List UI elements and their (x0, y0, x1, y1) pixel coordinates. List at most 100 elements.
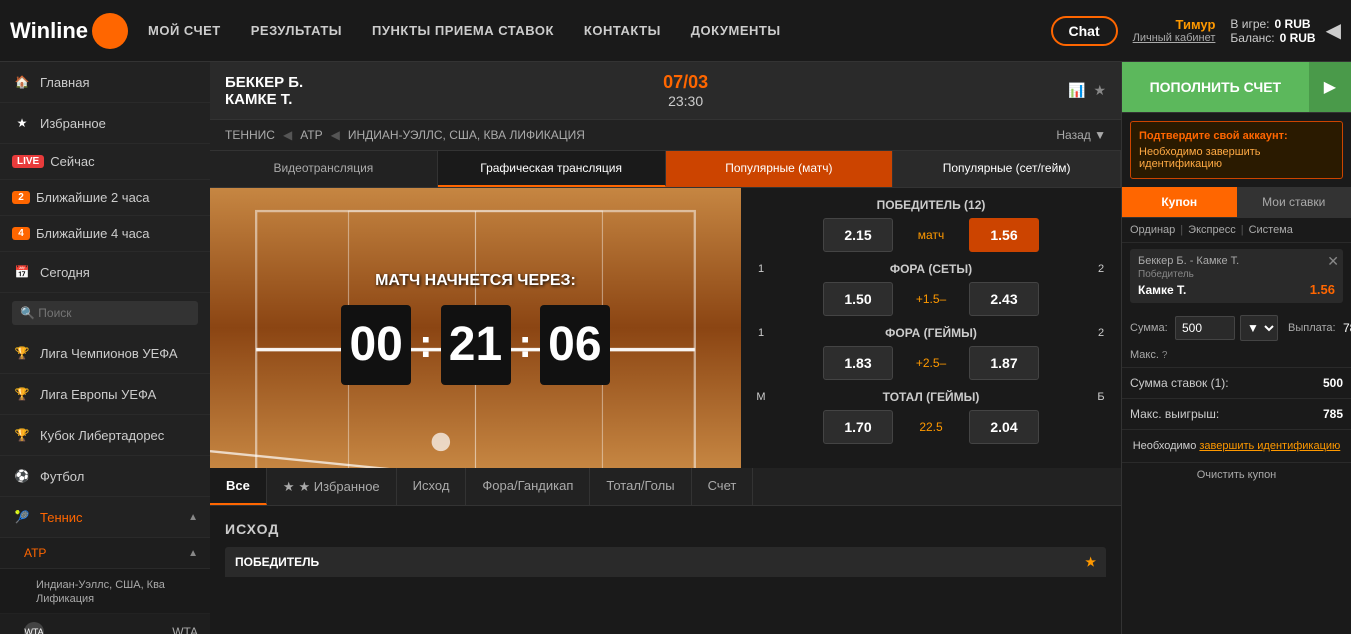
odds-fora-games-2[interactable]: 1.87 (969, 346, 1039, 380)
wta-icon: WTA (24, 622, 44, 634)
max-win-value: 785 (1323, 407, 1343, 421)
deposit-button[interactable]: ПОПОЛНИТЬ СЧЕТ (1122, 62, 1309, 112)
countdown-hours: 00 (341, 305, 411, 385)
chevron-up-icon: ▲ (188, 512, 198, 523)
nav-item-account[interactable]: МОЙ СЧЕТ (148, 23, 221, 38)
winner-row: 2.15 матч 1.56 (751, 218, 1111, 252)
odds-winner-2[interactable]: 1.56 (969, 218, 1039, 252)
sidebar-item-4hours[interactable]: 4 Ближайшие 4 часа (0, 216, 210, 252)
tab-all[interactable]: Все (210, 468, 267, 505)
tab-total[interactable]: Тотал/Голы (590, 468, 691, 505)
sidebar-item-tennis[interactable]: 🎾 Теннис ▲ (0, 497, 210, 538)
nav-item-contacts[interactable]: КОНТАКТЫ (584, 23, 661, 38)
sidebar-label-ucl: Лига Чемпионов УЕФА (40, 346, 178, 361)
sidebar-label-favorites: Избранное (40, 116, 106, 131)
coupon-close-button[interactable]: ✕ (1327, 253, 1339, 270)
odds-group-fora-sets: 1 ФОРА (СЕТЫ) 2 1.50 +1.5– 2.43 (751, 262, 1111, 316)
sidebar-label-live: Сейчас (50, 154, 94, 169)
sidebar-item-live[interactable]: LIVE Сейчас (0, 144, 210, 180)
sidebar-item-2hours[interactable]: 2 Ближайшие 2 часа (0, 180, 210, 216)
verify-link[interactable]: завершить идентификацию (1199, 440, 1340, 452)
sidebar-item-football[interactable]: ⚽ Футбол (0, 456, 210, 497)
tennis-court: МАТЧ НАЧНЕТСЯ ЧЕРЕЗ: 00 : 21 : 06 (210, 188, 741, 468)
live-badge: LIVE (12, 155, 44, 168)
tab-score[interactable]: Счет (692, 468, 754, 505)
nav-item-offices[interactable]: ПУНКТЫ ПРИЕМА СТАВОК (372, 23, 554, 38)
chevron-up-icon-atp: ▲ (188, 548, 198, 559)
odds-fora-sets-2[interactable]: 2.43 (969, 282, 1039, 316)
count-badge-4: 4 (12, 227, 30, 240)
odds-fora-sets-1[interactable]: 1.50 (823, 282, 893, 316)
total-m-label: М (751, 391, 771, 403)
search-input[interactable] (12, 301, 198, 325)
bet-type-system[interactable]: Система (1249, 224, 1293, 236)
odds-fora-games-1[interactable]: 1.83 (823, 346, 893, 380)
coupon-tab-active[interactable]: Купон (1122, 187, 1237, 217)
bet-type-single[interactable]: Ординар (1130, 224, 1175, 236)
odds-winner-1[interactable]: 2.15 (823, 218, 893, 252)
deposit-arrow-icon[interactable]: ▶ (1309, 62, 1351, 112)
tab-favorites[interactable]: ★ ★ Избранное (267, 468, 397, 505)
tab-popular-match[interactable]: Популярные (матч) (666, 151, 894, 187)
sidebar-item-favorites[interactable]: ★ Избранное (0, 103, 210, 144)
in-game-value: 0 RUB (1275, 17, 1311, 31)
stats-icon[interactable]: 📊 (1068, 82, 1085, 99)
digit-sep-2: : (519, 322, 532, 367)
max-help-icon: ? (1162, 350, 1168, 361)
tab-graphic[interactable]: Графическая трансляция (438, 151, 666, 187)
tab-video[interactable]: Видеотрансляция (210, 151, 438, 187)
odds-section: ПОБЕДИТЕЛЬ (12) 2.15 матч 1.56 1 ФОРА (С… (741, 188, 1121, 468)
nav-item-results[interactable]: РЕЗУЛЬТАТЫ (251, 23, 342, 38)
match-icons: 📊 ★ (1068, 82, 1106, 99)
nav-item-documents[interactable]: ДОКУМЕНТЫ (691, 23, 781, 38)
amount-dropdown[interactable]: ▼ (1240, 315, 1278, 341)
sidebar-item-home[interactable]: 🏠 Главная (0, 62, 210, 103)
odds-total-2[interactable]: 2.04 (969, 410, 1039, 444)
logo[interactable]: Winline (10, 13, 128, 49)
star-icon: ★ (12, 113, 32, 133)
breadcrumb-location[interactable]: ИНДИАН-УЭЛЛС, США, КВА ЛИФИКАЦИЯ (348, 128, 585, 142)
breadcrumb-tennis[interactable]: ТЕННИС (225, 128, 275, 142)
tab-fora[interactable]: Фора/Гандикап (466, 468, 590, 505)
total-bets-label: Сумма ставок (1): (1130, 376, 1229, 390)
sidebar-sub-wta[interactable]: WTA WTA (0, 614, 210, 634)
sidebar-item-today[interactable]: 📅 Сегодня (0, 252, 210, 293)
chat-button[interactable]: Chat (1051, 16, 1118, 46)
in-game-label: В игре: (1230, 17, 1269, 31)
tab-outcome[interactable]: Исход (397, 468, 467, 505)
verify-link-box: Необходимо завершить идентификацию (1122, 429, 1351, 462)
sidebar-item-uel[interactable]: 🏆 Лига Европы УЕФА (0, 374, 210, 415)
sidebar-item-libertadores[interactable]: 🏆 Кубок Либертадорес (0, 415, 210, 456)
amount-label: Сумма: (1130, 322, 1170, 334)
user-name: Тимур (1176, 17, 1216, 32)
verify-text: Необходимо завершить идентификацию (1139, 146, 1261, 170)
stream-tabs: Видеотрансляция Графическая трансляция П… (210, 151, 1121, 188)
coupon-player: Камке Т. (1138, 283, 1186, 297)
sidebar-label-home: Главная (40, 75, 89, 90)
sidebar-item-ucl[interactable]: 🏆 Лига Чемпионов УЕФА (0, 333, 210, 374)
sidebar-label-tennis: Теннис (40, 510, 83, 525)
match-date-block: 07/03 23:30 (663, 72, 708, 109)
payout-value: 785 (1333, 321, 1351, 335)
breadcrumb-atp[interactable]: АТР (300, 128, 322, 142)
right-panel: ПОПОЛНИТЬ СЧЕТ ▶ Подтвердите свой аккаун… (1121, 62, 1351, 634)
max-row: Макс. ? (1122, 347, 1351, 367)
coupon-tab-my-bets[interactable]: Мои ставки (1237, 187, 1351, 217)
bet-type-express[interactable]: Экспресс (1188, 224, 1236, 236)
total-bets-value: 500 (1323, 376, 1343, 390)
match-teams: БЕККЕР Б. КАМКЕ Т. (225, 74, 303, 108)
personal-cabinet-link[interactable]: Личный кабинет (1133, 32, 1216, 44)
breadcrumb-back[interactable]: Назад ▼ (1056, 128, 1106, 142)
sidebar-label-4hours: Ближайшие 4 часа (36, 226, 150, 241)
sidebar-sub-atp[interactable]: АТP ▲ (0, 538, 210, 569)
favorite-match-icon[interactable]: ★ (1093, 82, 1106, 99)
odds-group-total: М ТОТАЛ (ГЕЙМЫ) Б 1.70 22.5 2.04 (751, 390, 1111, 444)
odds-total-1[interactable]: 1.70 (823, 410, 893, 444)
sidebar-sub2-location[interactable]: Индиан-Уэллс, США, Ква Лификация (0, 569, 210, 614)
count-badge-2: 2 (12, 191, 30, 204)
coupon-tabs: Купон Мои ставки (1122, 187, 1351, 218)
tab-popular-set[interactable]: Популярные (сет/гейм) (893, 151, 1121, 187)
amount-input[interactable] (1175, 316, 1235, 340)
back-arrow-icon[interactable]: ◀ (1326, 18, 1341, 43)
clear-coupon-button[interactable]: Очистить купон (1122, 462, 1351, 487)
